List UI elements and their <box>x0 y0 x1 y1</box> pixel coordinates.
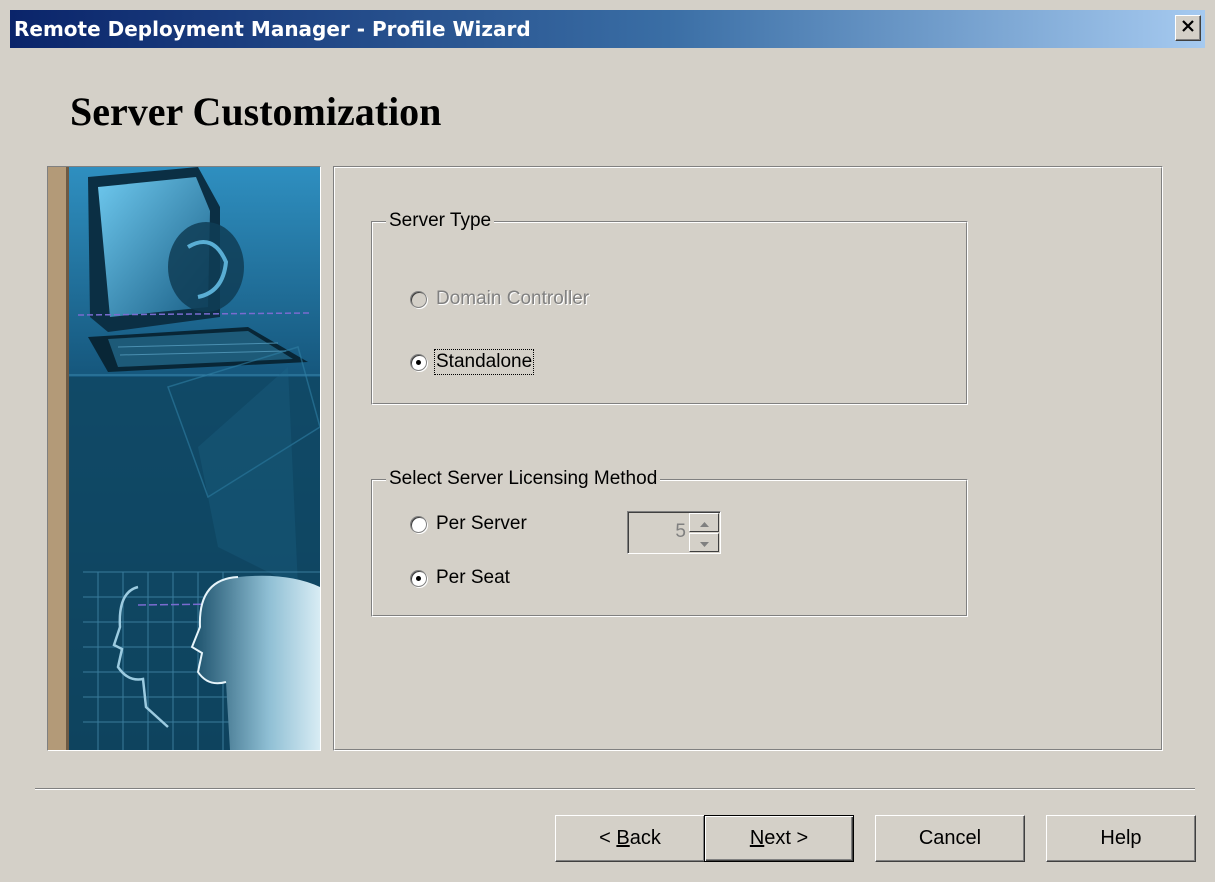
page-title: Server Customization <box>70 89 442 134</box>
per-server-radio[interactable]: Per Server <box>410 513 527 535</box>
close-icon <box>1181 19 1195 37</box>
radio-button <box>410 290 427 308</box>
connections-spinner[interactable]: 5 <box>627 511 721 554</box>
arrow-down-icon <box>699 534 709 552</box>
footer-separator <box>35 788 1195 790</box>
cancel-button[interactable]: Cancel <box>875 815 1025 862</box>
standalone-radio[interactable]: Standalone <box>410 349 535 375</box>
wizard-side-image <box>47 166 321 751</box>
title-bar: Remote Deployment Manager - Profile Wiza… <box>10 10 1205 48</box>
domain-controller-radio[interactable]: Domain Controller <box>410 288 589 310</box>
radio-button <box>410 569 427 587</box>
per-seat-label: Per Seat <box>436 567 510 588</box>
server-type-legend: Server Type <box>386 210 495 232</box>
radio-button <box>410 515 427 533</box>
per-server-label: Per Server <box>436 513 527 534</box>
next-button[interactable]: Next > <box>704 815 854 862</box>
spin-up-button[interactable] <box>689 513 719 532</box>
close-button[interactable] <box>1175 15 1201 41</box>
arrow-up-icon <box>699 514 709 532</box>
help-button[interactable]: Help <box>1046 815 1196 862</box>
connections-value[interactable]: 5 <box>675 521 686 543</box>
spin-down-button[interactable] <box>689 533 719 552</box>
back-button[interactable]: < Back <box>555 815 705 862</box>
standalone-label: Standalone <box>433 349 535 375</box>
domain-controller-label: Domain Controller <box>436 288 590 309</box>
wizard-window: Remote Deployment Manager - Profile Wiza… <box>0 0 1215 882</box>
radio-button <box>410 353 427 371</box>
licensing-method-legend: Select Server Licensing Method <box>386 468 661 490</box>
per-seat-radio[interactable]: Per Seat <box>410 567 510 589</box>
window-title: Remote Deployment Manager - Profile Wiza… <box>14 17 531 41</box>
server-type-group: Server Type <box>371 210 968 405</box>
